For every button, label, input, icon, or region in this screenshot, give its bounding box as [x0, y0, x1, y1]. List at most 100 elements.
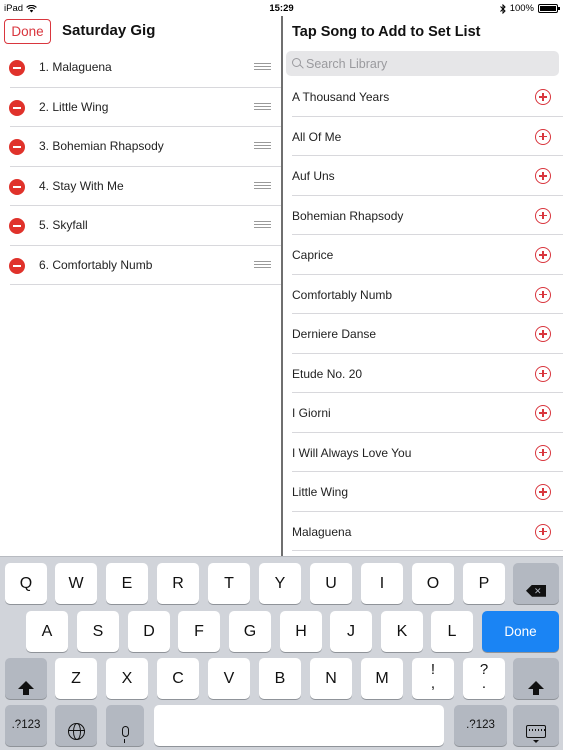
key-y[interactable]: Y [259, 563, 301, 604]
library-item-label: Auf Uns [292, 169, 335, 183]
set-list-row[interactable]: 1. Malaguena [0, 48, 281, 88]
library-row[interactable]: Auf Uns [283, 156, 563, 196]
backspace-icon: ✕ [526, 584, 546, 597]
delete-icon[interactable] [9, 218, 25, 234]
key-e[interactable]: E [106, 563, 148, 604]
set-list-item-label: 1. Malaguena [39, 60, 112, 74]
space-key[interactable] [154, 705, 444, 746]
key-b[interactable]: B [259, 658, 301, 699]
set-list-item-label: 4. Stay With Me [39, 178, 124, 193]
set-list-row[interactable]: 4. Stay With Me [0, 167, 281, 207]
reorder-handle-icon[interactable] [254, 142, 271, 150]
shift-key-left[interactable] [5, 658, 47, 699]
library-row[interactable]: I Will Always Love You [283, 433, 563, 473]
add-icon[interactable] [535, 128, 551, 145]
dictation-key[interactable] [106, 705, 144, 746]
add-icon[interactable] [535, 247, 551, 263]
add-icon[interactable] [535, 484, 551, 500]
key-question-period[interactable]: ? . [463, 658, 505, 699]
key-h[interactable]: H [280, 611, 322, 652]
key-bottom-char: , [430, 675, 436, 692]
set-list-row[interactable]: 3. Bohemian Rhapsody [0, 127, 281, 167]
backspace-key[interactable]: ✕ [513, 563, 559, 604]
key-p[interactable]: P [463, 563, 505, 604]
key-w[interactable]: W [55, 563, 97, 604]
bluetooth-icon [499, 3, 506, 14]
library-item-label: A Thousand Years [292, 90, 390, 104]
key-i[interactable]: I [361, 563, 403, 604]
library-row[interactable]: Malaguena [283, 512, 563, 552]
set-list-item-label: 6. Comfortably Numb [39, 257, 153, 272]
library-item-label: Little Wing [292, 485, 349, 499]
key-j[interactable]: J [330, 611, 372, 652]
key-d[interactable]: D [128, 611, 170, 652]
add-icon[interactable] [535, 444, 551, 461]
key-t[interactable]: T [208, 563, 250, 604]
key-s[interactable]: S [77, 611, 119, 652]
library-row[interactable]: Little Wing [283, 472, 563, 512]
delete-icon[interactable] [9, 60, 25, 76]
add-icon[interactable] [535, 523, 551, 540]
add-icon[interactable] [535, 326, 551, 342]
library-row[interactable]: A Thousand Years [283, 77, 563, 117]
key-r[interactable]: R [157, 563, 199, 604]
library-item-label: Etude No. 20 [292, 366, 363, 381]
hide-keyboard-key[interactable] [513, 705, 559, 746]
key-u[interactable]: U [310, 563, 352, 604]
library-item-label: All Of Me [292, 129, 342, 144]
search-input[interactable] [306, 54, 546, 73]
reorder-handle-icon[interactable] [254, 63, 271, 71]
reorder-handle-icon[interactable] [254, 181, 271, 190]
key-c[interactable]: C [157, 658, 199, 699]
add-icon[interactable] [535, 286, 551, 303]
delete-icon[interactable] [9, 257, 25, 274]
done-button[interactable]: Done [4, 19, 51, 44]
add-icon[interactable] [535, 207, 551, 224]
library-row[interactable]: Comfortably Numb [283, 275, 563, 315]
key-exclamation-comma[interactable]: ! , [412, 658, 454, 699]
key-x[interactable]: X [106, 658, 148, 699]
library-row[interactable]: All Of Me [283, 117, 563, 157]
set-list-row[interactable]: 6. Comfortably Numb [0, 246, 281, 286]
library-item-label: Derniere Danse [292, 327, 377, 341]
library-row[interactable]: Etude No. 20 [283, 354, 563, 394]
key-z[interactable]: Z [55, 658, 97, 699]
add-icon[interactable] [535, 89, 551, 105]
add-icon[interactable] [535, 168, 551, 184]
library-row[interactable]: Caprice [283, 235, 563, 275]
key-g[interactable]: G [229, 611, 271, 652]
library-list: A Thousand Years All Of Me Auf Uns Bohem… [283, 77, 563, 551]
key-v[interactable]: V [208, 658, 250, 699]
key-n[interactable]: N [310, 658, 352, 699]
set-list-item-label: 2. Little Wing [39, 99, 109, 114]
key-l[interactable]: L [431, 611, 473, 652]
reorder-handle-icon[interactable] [254, 260, 271, 269]
library-row[interactable]: Bohemian Rhapsody [283, 196, 563, 236]
search-bar[interactable] [286, 51, 559, 76]
add-icon[interactable] [535, 365, 551, 382]
keyboard-done-key[interactable]: Done [482, 611, 559, 652]
reorder-handle-icon[interactable] [254, 102, 271, 111]
library-row[interactable]: I Giorni [283, 393, 563, 433]
globe-key[interactable] [55, 705, 97, 746]
numbers-key-left[interactable]: .?123 [5, 705, 47, 746]
delete-icon[interactable] [9, 99, 25, 116]
reorder-handle-icon[interactable] [254, 221, 271, 229]
key-k[interactable]: K [381, 611, 423, 652]
shift-key-right[interactable] [513, 658, 559, 699]
add-icon[interactable] [535, 405, 551, 421]
library-item-label: I Giorni [292, 406, 331, 420]
key-a[interactable]: A [26, 611, 68, 652]
key-q[interactable]: Q [5, 563, 47, 604]
set-list-row[interactable]: 5. Skyfall [0, 206, 281, 246]
key-o[interactable]: O [412, 563, 454, 604]
key-f[interactable]: F [178, 611, 220, 652]
set-list-pane: Done Saturday Gig 1. Malaguena 2. Little… [0, 16, 281, 556]
delete-icon[interactable] [9, 178, 25, 195]
set-list-row[interactable]: 2. Little Wing [0, 88, 281, 128]
library-row[interactable]: Derniere Danse [283, 314, 563, 354]
numbers-key-right[interactable]: .?123 [454, 705, 507, 746]
key-m[interactable]: M [361, 658, 403, 699]
delete-icon[interactable] [9, 139, 25, 155]
library-item-label: Caprice [292, 248, 334, 262]
